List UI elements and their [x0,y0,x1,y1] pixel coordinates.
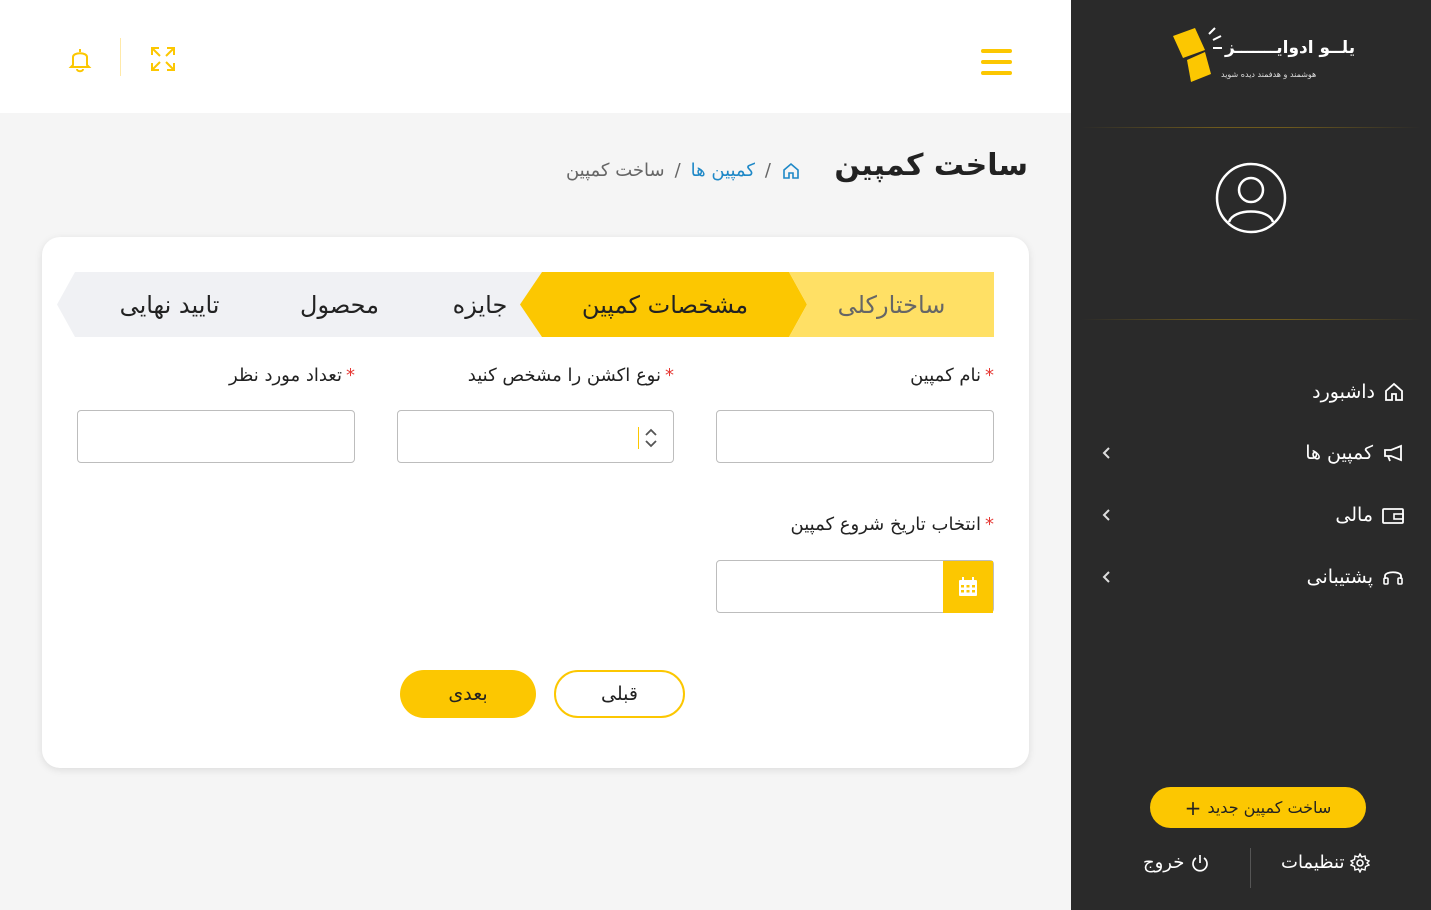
power-icon [1192,854,1209,872]
logout-link[interactable]: خروج [1143,852,1210,873]
plus-icon: + [1184,795,1202,820]
calendar-icon [959,577,977,596]
campaign-name-input[interactable] [716,410,994,463]
start-date-label: *انتخاب تاریخ شروع کمپین [790,514,994,535]
sidebar-item-label: مالی [1335,504,1373,526]
step-reward[interactable]: جایزه [425,272,535,337]
settings-link[interactable]: تنظیمات [1281,852,1371,873]
next-button[interactable]: بعدی [400,670,536,718]
header-divider [120,38,121,76]
step-overview[interactable]: ساختارکلی [789,272,994,337]
sidebar-item-finance[interactable]: مالی [1101,495,1405,535]
headset-icon [1383,571,1403,585]
logo-mark-icon [1173,27,1222,82]
breadcrumb: / کمپین ها / ساخت کمپین [566,160,801,181]
logout-label: خروج [1143,852,1185,873]
settings-label: تنظیمات [1281,852,1345,873]
sidebar-item-support[interactable]: پشتیبانی [1101,557,1405,597]
breadcrumb-current: ساخت کمپین [565,160,665,181]
step-product[interactable]: محصول [267,272,412,337]
breadcrumb-campaigns-link[interactable]: کمپین ها [691,160,755,181]
top-header [0,0,1071,113]
fullscreen-icon[interactable] [148,44,178,74]
step-campaign-details[interactable]: مشخصات کمپین [535,272,795,337]
start-date-input[interactable] [716,560,994,613]
brand-logo[interactable]: یلــو ادوایـــــــز هوشمند و هدفمند دیده… [1169,24,1355,88]
count-input[interactable] [77,410,355,463]
menu-toggle-icon[interactable] [981,49,1012,75]
breadcrumb-separator: / [674,160,681,181]
bell-icon[interactable] [65,44,95,74]
breadcrumb-separator: / [764,160,771,181]
sidebar-item-label: داشبورد [1312,381,1375,403]
bottom-divider [1250,848,1251,888]
wizard-steps: ساختارکلی مشخصات کمپین جایزه محصول تایید… [57,272,994,337]
home-icon[interactable] [781,161,801,181]
count-label: *تعداد مورد نظر [229,365,355,386]
megaphone-icon [1384,444,1402,462]
action-type-label: *نوع اکشن را مشخص کنید [467,365,674,386]
sidebar-item-campaigns[interactable]: کمپین ها [1101,433,1405,473]
action-type-select[interactable] [397,410,674,463]
chevron-left-icon [1101,508,1121,522]
select-arrows-icon [638,427,657,449]
step-final-confirmation[interactable]: تایید نهایی [87,272,252,337]
chevron-left-icon [1101,446,1121,460]
new-campaign-label: ساخت کمپین جدید [1207,798,1332,817]
sidebar-divider [1081,127,1421,128]
sidebar-item-label: کمپین ها [1305,442,1373,464]
sidebar-item-label: پشتیبانی [1306,566,1373,588]
gear-icon [1350,852,1371,873]
wallet-icon [1382,508,1404,524]
chevron-left-icon [1101,570,1121,584]
sidebar: یلــو ادوایـــــــز هوشمند و هدفمند دیده… [1071,0,1431,910]
page-title: ساخت کمپین [834,148,1028,183]
brand-tagline: هوشمند و هدفمند دیده شوید [1221,70,1317,79]
user-avatar-icon[interactable] [1215,162,1287,234]
sidebar-item-dashboard[interactable]: داشبورد [1101,372,1405,412]
home-icon [1385,382,1403,401]
calendar-button[interactable] [943,561,993,613]
new-campaign-button[interactable]: ساخت کمپین جدید + [1150,787,1366,828]
sidebar-divider [1081,319,1421,320]
campaign-name-label: *نام کمپین [910,365,994,386]
brand-name: یلــو ادوایـــــــز [1225,38,1356,58]
previous-button[interactable]: قبلی [554,670,685,718]
